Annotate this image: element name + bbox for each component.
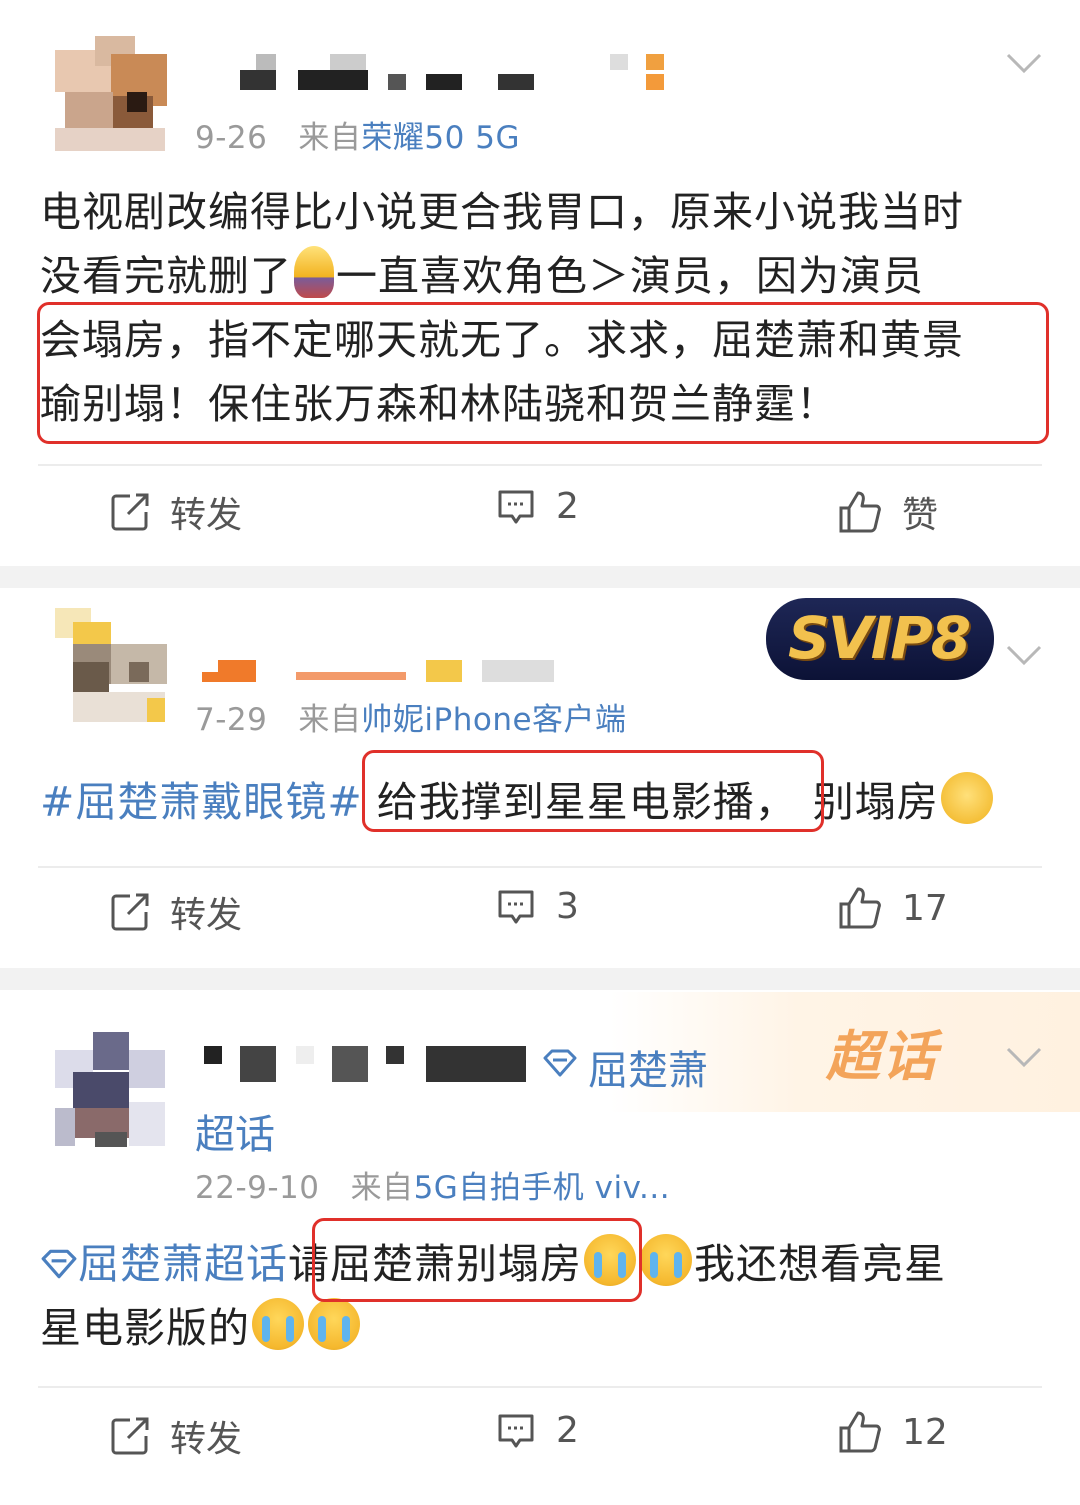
text-line: 星电影版的 bbox=[40, 1296, 1050, 1360]
highlight-box bbox=[362, 750, 824, 832]
like-count: 17 bbox=[902, 887, 948, 929]
comment-icon bbox=[498, 1414, 534, 1447]
like-button[interactable]: 12 bbox=[838, 1410, 948, 1454]
svip-badge-label: SVIP8 bbox=[788, 604, 971, 672]
repost-icon bbox=[111, 1417, 149, 1455]
supertopic-name[interactable]: 屈楚萧 bbox=[588, 1038, 708, 1096]
repost-label: 转发 bbox=[170, 1419, 243, 1460]
post-separator bbox=[0, 566, 1080, 588]
like-count: 12 bbox=[902, 1411, 948, 1453]
from-label: 来自 bbox=[350, 1170, 414, 1206]
post-date: 7-29 bbox=[195, 702, 268, 738]
repost-button[interactable]: 转发 bbox=[110, 486, 242, 538]
avatar[interactable] bbox=[55, 608, 167, 723]
highlight-box bbox=[312, 1218, 642, 1302]
repost-label: 转发 bbox=[170, 495, 243, 536]
chevron-down-icon[interactable] bbox=[1006, 52, 1042, 74]
username-masked[interactable] bbox=[220, 54, 670, 90]
action-bar: 转发 3 17 bbox=[0, 886, 1080, 946]
from-label: 来自 bbox=[298, 120, 362, 156]
repost-icon bbox=[111, 493, 149, 531]
source-link[interactable]: 帅妮iPhone客户端 bbox=[361, 702, 626, 738]
text-line: 电视剧改编得比小说更合我胃口，原来小说我当时 bbox=[40, 188, 964, 236]
divider bbox=[38, 464, 1042, 466]
svip-badge[interactable]: SVIP8 bbox=[766, 598, 994, 680]
supertopic-suffix[interactable]: 超话 bbox=[195, 1102, 275, 1160]
highlight-box bbox=[37, 302, 1049, 444]
comment-button[interactable]: 2 bbox=[496, 1410, 579, 1451]
post-date: 9-26 bbox=[195, 120, 268, 156]
post-meta: 7-29 来自帅妮iPhone客户端 bbox=[195, 694, 627, 739]
like-button[interactable]: 17 bbox=[838, 886, 948, 930]
action-bar: 转发 2 赞 bbox=[0, 486, 1080, 546]
post-1: 9-26 来自荣耀50 5G 电视剧改编得比小说更合我胃口，原来小说我当时 没看… bbox=[0, 0, 1080, 566]
crying-emoji bbox=[308, 1298, 360, 1350]
repost-icon bbox=[111, 893, 149, 931]
post-meta: 9-26 来自荣耀50 5G bbox=[195, 112, 520, 157]
comment-button[interactable]: 2 bbox=[496, 486, 579, 527]
like-icon bbox=[839, 1411, 881, 1453]
action-bar: 转发 2 12 bbox=[0, 1410, 1080, 1470]
laughing-emoji bbox=[940, 772, 993, 824]
chevron-down-icon[interactable] bbox=[1006, 644, 1042, 666]
repost-label: 转发 bbox=[170, 895, 243, 936]
like-button[interactable]: 赞 bbox=[838, 486, 938, 538]
hashtag-link[interactable]: #屈楚萧戴眼镜# bbox=[40, 778, 363, 826]
text-rest: 我还想看亮星 bbox=[694, 1240, 946, 1288]
comment-count: 3 bbox=[556, 886, 579, 927]
comment-icon bbox=[498, 890, 534, 923]
from-label: 来自 bbox=[298, 702, 362, 738]
avatar[interactable] bbox=[55, 1032, 167, 1147]
comment-count: 2 bbox=[556, 1410, 579, 1451]
username-masked[interactable] bbox=[200, 660, 560, 686]
divider bbox=[38, 1386, 1042, 1388]
chevron-down-icon[interactable] bbox=[1006, 1046, 1042, 1068]
post-3: 屈楚萧 超话 22-9-10 来自5G自拍手机 viv... 屈楚萧超话请屈楚萧… bbox=[0, 990, 1080, 1505]
crying-emoji bbox=[640, 1234, 692, 1286]
crying-emoji bbox=[252, 1298, 304, 1350]
post-meta: 22-9-10 来自5G自拍手机 viv... bbox=[195, 1162, 670, 1207]
username-masked[interactable] bbox=[200, 1046, 530, 1082]
repost-button[interactable]: 转发 bbox=[110, 1410, 242, 1462]
supertopic-link[interactable]: 屈楚萧超话 bbox=[78, 1240, 288, 1288]
lightbulb-emoji bbox=[294, 246, 334, 298]
comment-button[interactable]: 3 bbox=[496, 886, 579, 927]
supertopic-diamond-icon bbox=[543, 1049, 577, 1077]
repost-button[interactable]: 转发 bbox=[110, 886, 242, 938]
post-date: 22-9-10 bbox=[195, 1170, 320, 1206]
supertopic-diamond-icon bbox=[41, 1249, 77, 1279]
like-icon bbox=[839, 887, 881, 929]
like-label: 赞 bbox=[902, 495, 939, 536]
comment-count: 2 bbox=[556, 486, 579, 527]
like-icon bbox=[839, 491, 881, 533]
avatar[interactable] bbox=[55, 36, 167, 151]
divider bbox=[38, 866, 1042, 868]
text-line: 没看完就删了 一直喜欢角色＞演员，因为演员 bbox=[40, 244, 1050, 308]
post-separator bbox=[0, 968, 1080, 990]
source-link[interactable]: 荣耀50 5G bbox=[361, 120, 520, 156]
text-rest: 别塌房 bbox=[812, 778, 939, 826]
source-link[interactable]: 5G自拍手机 viv... bbox=[414, 1170, 671, 1206]
comment-icon bbox=[498, 490, 534, 523]
